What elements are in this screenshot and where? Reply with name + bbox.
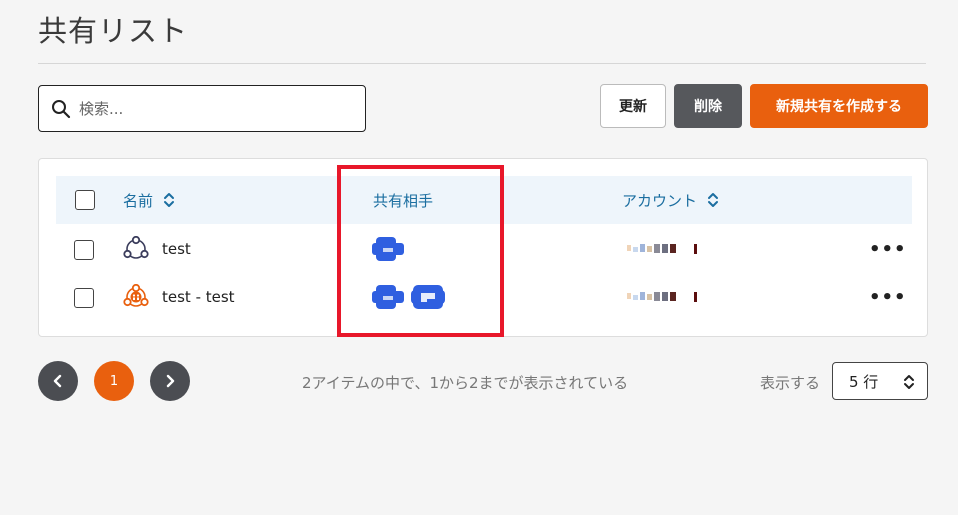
column-header-name-label: 名前 [123,191,154,210]
title-divider [38,63,926,64]
share-name[interactable]: test [162,240,191,258]
column-header-account-label: アカウント [622,191,698,210]
row-checkbox[interactable] [74,240,94,260]
sort-icon[interactable] [707,191,719,209]
shared-with-highlight [337,165,504,337]
page-title: 共有リスト [38,14,189,48]
pager-prev-button[interactable] [38,361,78,401]
column-header-name[interactable]: 名前 [123,176,175,224]
share-name[interactable]: test - test [162,288,235,306]
group-outline-icon [123,236,149,259]
pager-next-button[interactable] [150,361,190,401]
create-share-button[interactable]: 新規共有を作成する [750,84,928,128]
share-name-cell: test [123,225,191,273]
account-cell [627,225,703,273]
rows-per-page-select[interactable]: 5 行 [832,362,928,400]
refresh-button[interactable]: 更新 [600,84,666,128]
share-name-cell: test - test [123,273,235,321]
delete-button[interactable]: 削除 [674,84,742,128]
row-actions-menu[interactable]: ••• [869,225,907,273]
search-icon [52,99,71,118]
rows-per-page-value: 5 行 [849,372,879,391]
sort-icon[interactable] [163,191,175,209]
search-input[interactable] [79,99,359,118]
row-checkbox[interactable] [74,288,94,308]
chevron-left-icon [53,374,62,388]
chevron-right-icon [166,374,175,388]
column-header-account[interactable]: アカウント [622,176,719,224]
account-avatar-icon [627,292,697,302]
group-filled-icon [123,284,149,307]
account-avatar-icon [627,244,697,254]
chevron-updown-icon [904,375,914,389]
row-actions-menu[interactable]: ••• [869,273,907,321]
pagination-info: 2アイテムの中で、1から2までが表示されている [302,374,629,392]
account-cell [627,273,703,321]
select-all-checkbox[interactable] [75,190,95,210]
rows-per-page-label: 表示する [760,374,821,392]
search-box[interactable] [38,85,366,132]
pager-page-button[interactable]: 1 [94,361,134,401]
